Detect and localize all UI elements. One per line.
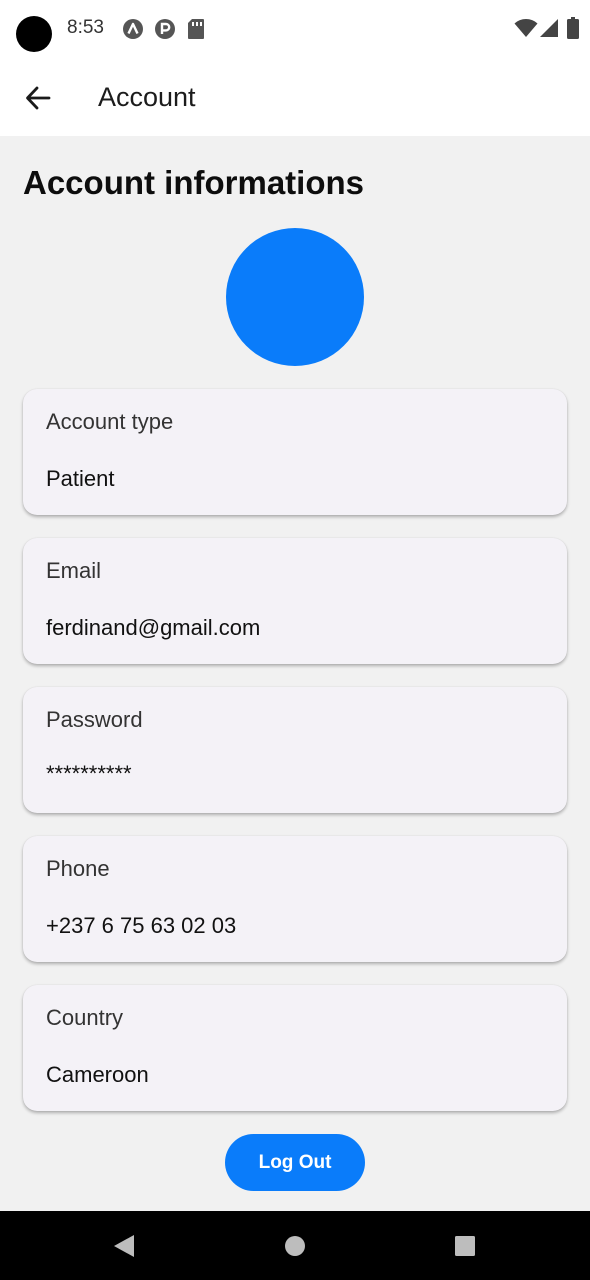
system-nav-bar: [0, 1211, 590, 1280]
card-label: Password: [46, 707, 143, 732]
wifi-icon: [514, 19, 538, 37]
battery-icon: [567, 17, 579, 39]
card-label: Account type: [46, 409, 174, 434]
avatar: [226, 228, 364, 366]
sd-card-icon: [188, 19, 204, 39]
nav-recents-icon[interactable]: [454, 1233, 476, 1259]
back-button[interactable]: [16, 76, 60, 120]
account-content: Account informations Account type Patien…: [0, 136, 590, 1211]
nav-home-icon[interactable]: [284, 1233, 306, 1259]
signal-icon: [540, 19, 558, 37]
card-label: Email: [46, 558, 102, 583]
card-label: Country: [46, 1005, 124, 1030]
card-value: **********: [46, 761, 132, 786]
app-bar: Account: [0, 58, 590, 136]
section-title: Account informations: [23, 164, 365, 201]
nav-back-icon[interactable]: [112, 1233, 136, 1259]
status-time: 8:53: [67, 17, 104, 38]
card-value: Patient: [46, 466, 115, 491]
card-value: +237 6 75 63 02 03: [46, 913, 237, 938]
email-card: Email ferdinand@gmail.com: [23, 538, 567, 664]
card-label: Phone: [46, 856, 110, 881]
camera-cutout: [16, 16, 52, 52]
app-bar-title: Account: [98, 82, 196, 112]
card-value: ferdinand@gmail.com: [46, 615, 261, 640]
arrow-left-icon: [26, 86, 51, 110]
country-card: Country Cameroon: [23, 985, 567, 1111]
card-value: Cameroon: [46, 1062, 149, 1087]
p-app-icon: [155, 19, 175, 39]
status-bar: 8:53: [0, 0, 590, 58]
account-type-card: Account type Patient: [23, 389, 567, 515]
app-screen: 8:53 Account Account informations Accoun…: [0, 0, 590, 1280]
logout-button[interactable]: Log Out: [225, 1134, 365, 1191]
a-app-icon: [123, 19, 143, 39]
password-card: Password **********: [23, 687, 567, 813]
phone-card: Phone +237 6 75 63 02 03: [23, 836, 567, 962]
